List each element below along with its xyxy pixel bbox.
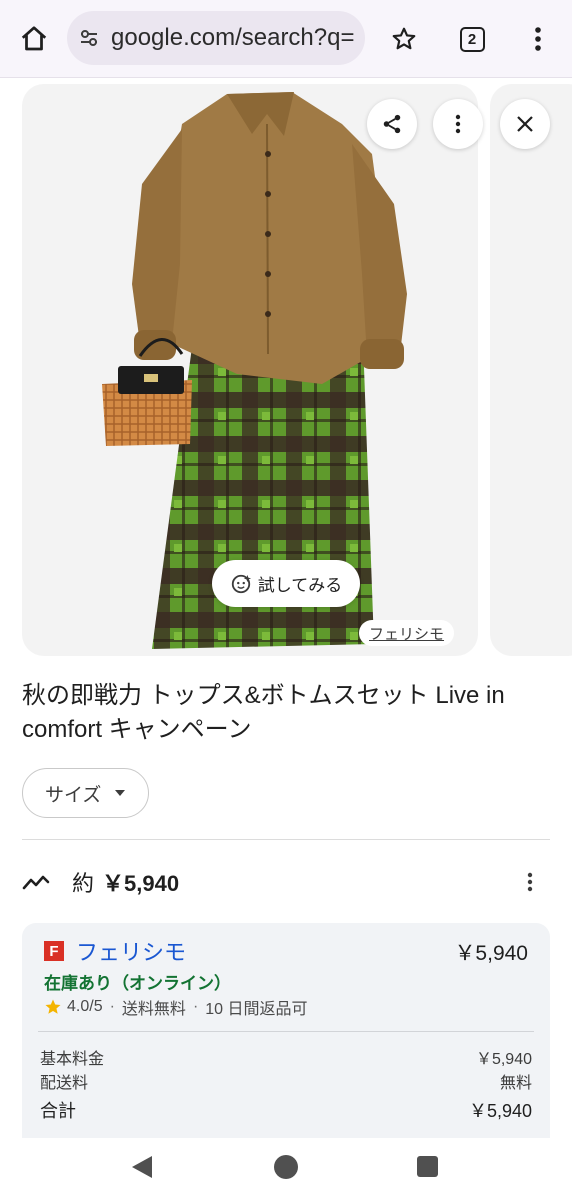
fee-row-shipping: 配送料 無料 xyxy=(40,1069,532,1093)
separator: · xyxy=(192,998,199,1015)
kebab-menu-icon xyxy=(535,27,541,51)
divider xyxy=(22,839,550,840)
kebab-menu-icon xyxy=(455,114,461,134)
divider xyxy=(38,1031,534,1032)
close-icon xyxy=(517,116,533,132)
total-label: 合計 xyxy=(40,1101,76,1121)
system-nav-bar xyxy=(0,1138,572,1200)
fee-value: ￥5,940 xyxy=(475,1051,532,1068)
browser-toolbar: google.com/search?q= 2 xyxy=(0,0,572,78)
offer-card[interactable]: F フェリシモ ￥5,940 在庫あり（オンライン） 4.0/5 · 送料無料 … xyxy=(22,923,550,1138)
approx-label: 約 xyxy=(72,871,95,896)
returns-info: 10 日間返品可 xyxy=(205,1001,308,1018)
home-button[interactable] xyxy=(14,19,54,59)
price-summary-row: 約 ￥5,940 xyxy=(22,862,550,902)
fee-label: 配送料 xyxy=(40,1075,89,1092)
kebab-menu-icon xyxy=(527,872,533,892)
fee-label: 基本料金 xyxy=(40,1051,105,1068)
image-more-button[interactable] xyxy=(433,99,483,149)
approx-price: ￥5,940 xyxy=(102,871,180,896)
offer-price: ￥5,940 xyxy=(454,942,528,965)
back-nav-icon[interactable] xyxy=(132,1156,152,1178)
trend-icon xyxy=(22,875,50,890)
star-outline-icon xyxy=(392,27,416,50)
chevron-down-icon xyxy=(115,790,126,796)
bookmark-button[interactable] xyxy=(384,19,424,59)
try-on-button[interactable]: 試してみる xyxy=(212,560,360,607)
star-icon xyxy=(45,999,61,1014)
try-on-label: 試してみる xyxy=(257,576,343,595)
total-value: ￥5,940 xyxy=(468,1101,532,1121)
next-image-card[interactable] xyxy=(490,84,572,656)
tune-icon[interactable] xyxy=(77,26,101,50)
rating-value: 4.0/5 xyxy=(67,998,103,1015)
stock-status: 在庫あり（オンライン） xyxy=(44,974,231,993)
url-text: google.com/search?q= xyxy=(111,24,355,51)
fee-row-base: 基本料金 ￥5,940 xyxy=(40,1045,532,1069)
size-filter-chip[interactable]: サイズ xyxy=(22,768,149,818)
price-more-button[interactable] xyxy=(520,870,540,894)
try-on-sparkle-icon xyxy=(231,574,251,593)
shipping-info: 送料無料 xyxy=(121,1001,186,1018)
size-chip-label: サイズ xyxy=(45,784,102,806)
merchant-logo: F xyxy=(44,941,64,961)
merchant-row[interactable]: F フェリシモ xyxy=(44,935,186,967)
share-icon xyxy=(383,114,401,134)
tab-count: 2 xyxy=(467,30,477,48)
image-source-link[interactable]: フェリシモ xyxy=(359,620,455,646)
product-title: 秋の即戦力 トップス&ボトムスセット Live in comfort キャンペー… xyxy=(22,682,505,743)
rating-row: 4.0/5 · 送料無料 · 10 日間返品可 xyxy=(44,995,308,1019)
share-button[interactable] xyxy=(367,99,417,149)
tab-switcher-icon: 2 xyxy=(459,26,485,52)
fee-row-total: 合計 ￥5,940 xyxy=(40,1097,532,1123)
tab-switcher-button[interactable]: 2 xyxy=(452,19,492,59)
fee-value: 無料 xyxy=(499,1075,532,1092)
recents-nav-icon[interactable] xyxy=(417,1156,438,1177)
browser-menu-button[interactable] xyxy=(520,19,556,59)
home-icon xyxy=(21,26,47,51)
merchant-name[interactable]: フェリシモ xyxy=(76,935,186,967)
close-button[interactable] xyxy=(500,99,550,149)
address-bar[interactable]: google.com/search?q= xyxy=(67,11,365,65)
home-nav-icon[interactable] xyxy=(274,1155,298,1179)
separator: · xyxy=(109,998,115,1015)
